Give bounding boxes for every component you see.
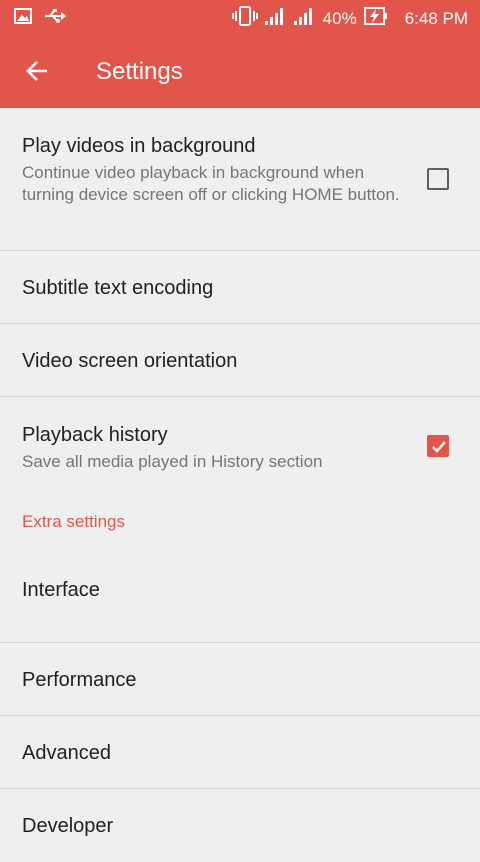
check-icon bbox=[432, 441, 446, 453]
page-title: Settings bbox=[96, 58, 183, 85]
setting-title: Playback history bbox=[22, 424, 168, 446]
back-button[interactable] bbox=[20, 56, 54, 90]
playback-history-checkbox[interactable] bbox=[427, 435, 449, 457]
signal-icon bbox=[264, 7, 287, 31]
arrow-back-icon bbox=[26, 60, 48, 87]
gallery-icon bbox=[14, 8, 32, 29]
setting-title: Performance bbox=[22, 669, 137, 691]
setting-title: Play videos in background bbox=[22, 135, 256, 157]
battery-percent: 40% bbox=[322, 9, 357, 28]
status-right-icons: 40% 6:48 PM bbox=[231, 6, 468, 32]
setting-title: Developer bbox=[22, 815, 114, 837]
setting-summary: Save all media played in History section bbox=[22, 452, 323, 471]
settings-list: Play videos in background Continue video… bbox=[0, 108, 480, 862]
setting-developer[interactable]: Developer bbox=[0, 789, 480, 862]
setting-title: Subtitle text encoding bbox=[22, 277, 214, 299]
status-left-icons bbox=[14, 8, 66, 29]
setting-playback-history[interactable]: Playback history Save all media played i… bbox=[0, 397, 480, 497]
setting-title: Interface bbox=[22, 579, 100, 601]
app-toolbar: Settings bbox=[0, 36, 480, 108]
setting-title: Advanced bbox=[22, 742, 111, 764]
signal-icon bbox=[293, 7, 316, 31]
setting-screen-orientation[interactable]: Video screen orientation bbox=[0, 324, 480, 397]
setting-performance[interactable]: Performance bbox=[0, 643, 480, 716]
vibrate-icon bbox=[231, 6, 258, 32]
setting-title: Video screen orientation bbox=[22, 350, 238, 372]
setting-subtitle-encoding[interactable]: Subtitle text encoding bbox=[0, 251, 480, 324]
play-background-checkbox[interactable] bbox=[427, 168, 449, 190]
status-time: 6:48 PM bbox=[404, 9, 468, 28]
battery-charging-icon bbox=[363, 7, 388, 31]
status-bar: 40% 6:48 PM bbox=[0, 0, 480, 36]
section-title: Extra settings bbox=[22, 512, 125, 531]
setting-summary: Continue video playback in background wh… bbox=[22, 163, 400, 204]
setting-advanced[interactable]: Advanced bbox=[0, 716, 480, 789]
setting-interface[interactable]: Interface bbox=[0, 570, 480, 643]
section-extra-settings: Extra settings bbox=[0, 497, 480, 570]
usb-icon bbox=[44, 9, 66, 28]
setting-play-videos-background[interactable]: Play videos in background Continue video… bbox=[0, 108, 480, 251]
